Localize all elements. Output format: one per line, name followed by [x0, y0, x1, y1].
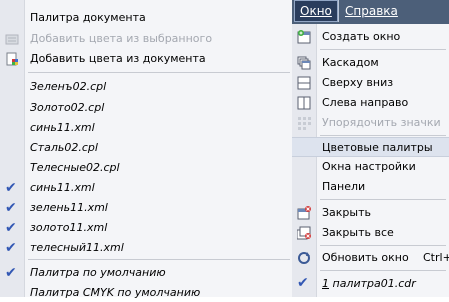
menu-help[interactable]: Справка: [338, 0, 404, 22]
menu-item-label: 1 палитра01.cdr: [322, 277, 416, 290]
palette-item[interactable]: Зеленъ02.cpl: [0, 78, 292, 96]
menu-separator: [320, 270, 446, 271]
menu-item-label: Палитра по умолчанию: [30, 266, 166, 279]
menu-item-label: Каскадом: [322, 56, 379, 69]
check-icon: ✔: [5, 265, 17, 281]
palette-name: синь11.xml: [30, 121, 95, 134]
color-palettes-submenu: Палитра документа Добавить цвета из выбр…: [0, 0, 293, 299]
menu-item-default-palette[interactable]: ✔ Палитра по умолчанию: [0, 264, 292, 282]
menu-item-label: Цветовые палитры: [322, 141, 433, 154]
document-name: палитра01.cdr: [332, 277, 416, 290]
arrange-icons-icon: [297, 116, 311, 130]
menu-item-label: Добавить цвета из документа: [30, 52, 206, 65]
palette-name: Зеленъ02.cpl: [30, 80, 107, 93]
check-icon: ✔: [5, 180, 17, 196]
check-icon: ✔: [5, 200, 17, 216]
cascade-icon: [297, 56, 311, 70]
menu-separator: [320, 199, 446, 200]
palette-item[interactable]: ✔ золото11.xml: [0, 219, 292, 237]
window-menu-dropdown: Создать окно Каскадом Сверху вниз Слева …: [292, 24, 449, 297]
palette-name: синь11.xml: [30, 181, 95, 194]
palette-name: Золото02.cpl: [30, 101, 105, 114]
document-index: 1: [322, 277, 329, 290]
palette-item[interactable]: Сталь02.cpl: [0, 139, 292, 157]
menu-item-color-palettes[interactable]: Цветовые палитры: [292, 137, 449, 157]
menu-item-label: Закрыть: [322, 206, 371, 219]
menu-item-label: Закрыть все: [322, 226, 394, 239]
menu-item-add-from-document[interactable]: Добавить цвета из документа: [0, 50, 292, 68]
menu-separator: [320, 135, 446, 136]
menu-item-label: Палитра документа: [30, 11, 146, 24]
close-window-icon: [297, 206, 311, 220]
menu-item-label: Упорядочить значки: [322, 116, 441, 129]
menu-item-panels[interactable]: Панели: [292, 177, 449, 197]
palette-name: Телесные02.cpl: [30, 161, 120, 174]
tile-horizontal-icon: [297, 96, 311, 110]
menu-item-label: Создать окно: [322, 30, 401, 43]
menu-separator: [28, 72, 290, 73]
menu-item-close-all[interactable]: Закрыть все: [292, 223, 449, 243]
tile-vertical-icon: [297, 76, 311, 90]
new-window-icon: [297, 30, 311, 44]
menu-item-arrange-icons: Упорядочить значки: [292, 113, 449, 133]
palette-name: золото11.xml: [30, 221, 108, 234]
menu-item-label: Палитра CMYK по умолчанию: [30, 286, 201, 299]
menu-separator: [28, 259, 290, 260]
menu-separator: [320, 245, 446, 246]
menu-item-open-document[interactable]: ✔ 1 палитра01.cdr: [292, 274, 449, 294]
palette-item[interactable]: ✔ телесный11.xml: [0, 239, 292, 257]
palette-name: телесный11.xml: [30, 241, 124, 254]
add-selected-colors-icon: [5, 32, 19, 46]
palette-item[interactable]: ✔ синь11.xml: [0, 179, 292, 197]
palette-name: Сталь02.cpl: [30, 141, 98, 154]
palette-item[interactable]: синь11.xml: [0, 119, 292, 137]
refresh-window-icon: [297, 251, 311, 265]
menu-item-new-window[interactable]: Создать окно: [292, 27, 449, 47]
menu-item-shortcut: Ctrl+: [423, 251, 449, 264]
check-icon: ✔: [5, 240, 17, 256]
menu-item-label: Добавить цвета из выбранного: [30, 32, 213, 45]
menu-item-label: Окна настройки: [322, 160, 416, 173]
menu-window[interactable]: Окно: [294, 0, 338, 22]
menu-label: Окно: [300, 4, 332, 18]
menu-item-default-cmyk-palette[interactable]: Палитра CMYK по умолчанию: [0, 284, 292, 302]
palette-item[interactable]: Золото02.cpl: [0, 99, 292, 117]
menu-separator: [320, 49, 446, 50]
menu-item-label: Обновить окно: [322, 251, 409, 264]
menu-item-tile-vertical[interactable]: Сверху вниз: [292, 73, 449, 93]
check-icon: ✔: [297, 275, 309, 291]
menu-item-tile-horizontal[interactable]: Слева направо: [292, 93, 449, 113]
check-icon: ✔: [5, 220, 17, 236]
menu-item-label: Слева направо: [322, 96, 409, 109]
palette-item[interactable]: ✔ зелень11.xml: [0, 199, 292, 217]
menu-item-cascade[interactable]: Каскадом: [292, 53, 449, 73]
menu-item-document-palette[interactable]: Палитра документа: [0, 9, 292, 27]
menu-item-label: Сверху вниз: [322, 76, 394, 89]
palette-name: зелень11.xml: [30, 201, 108, 214]
menu-item-close[interactable]: Закрыть: [292, 203, 449, 223]
menu-item-label: Панели: [322, 180, 366, 193]
menu-item-settings-windows[interactable]: Окна настройки: [292, 157, 449, 177]
menu-label: Справка: [345, 4, 398, 18]
add-document-colors-icon: [5, 52, 19, 66]
close-all-icon: [296, 226, 311, 240]
palette-item[interactable]: Телесные02.cpl: [0, 159, 292, 177]
menu-item-refresh-window[interactable]: Обновить окно Ctrl+: [292, 248, 449, 268]
menu-bar: Окно Справка: [292, 0, 449, 24]
menu-item-add-from-selected: Добавить цвета из выбранного: [0, 30, 292, 48]
